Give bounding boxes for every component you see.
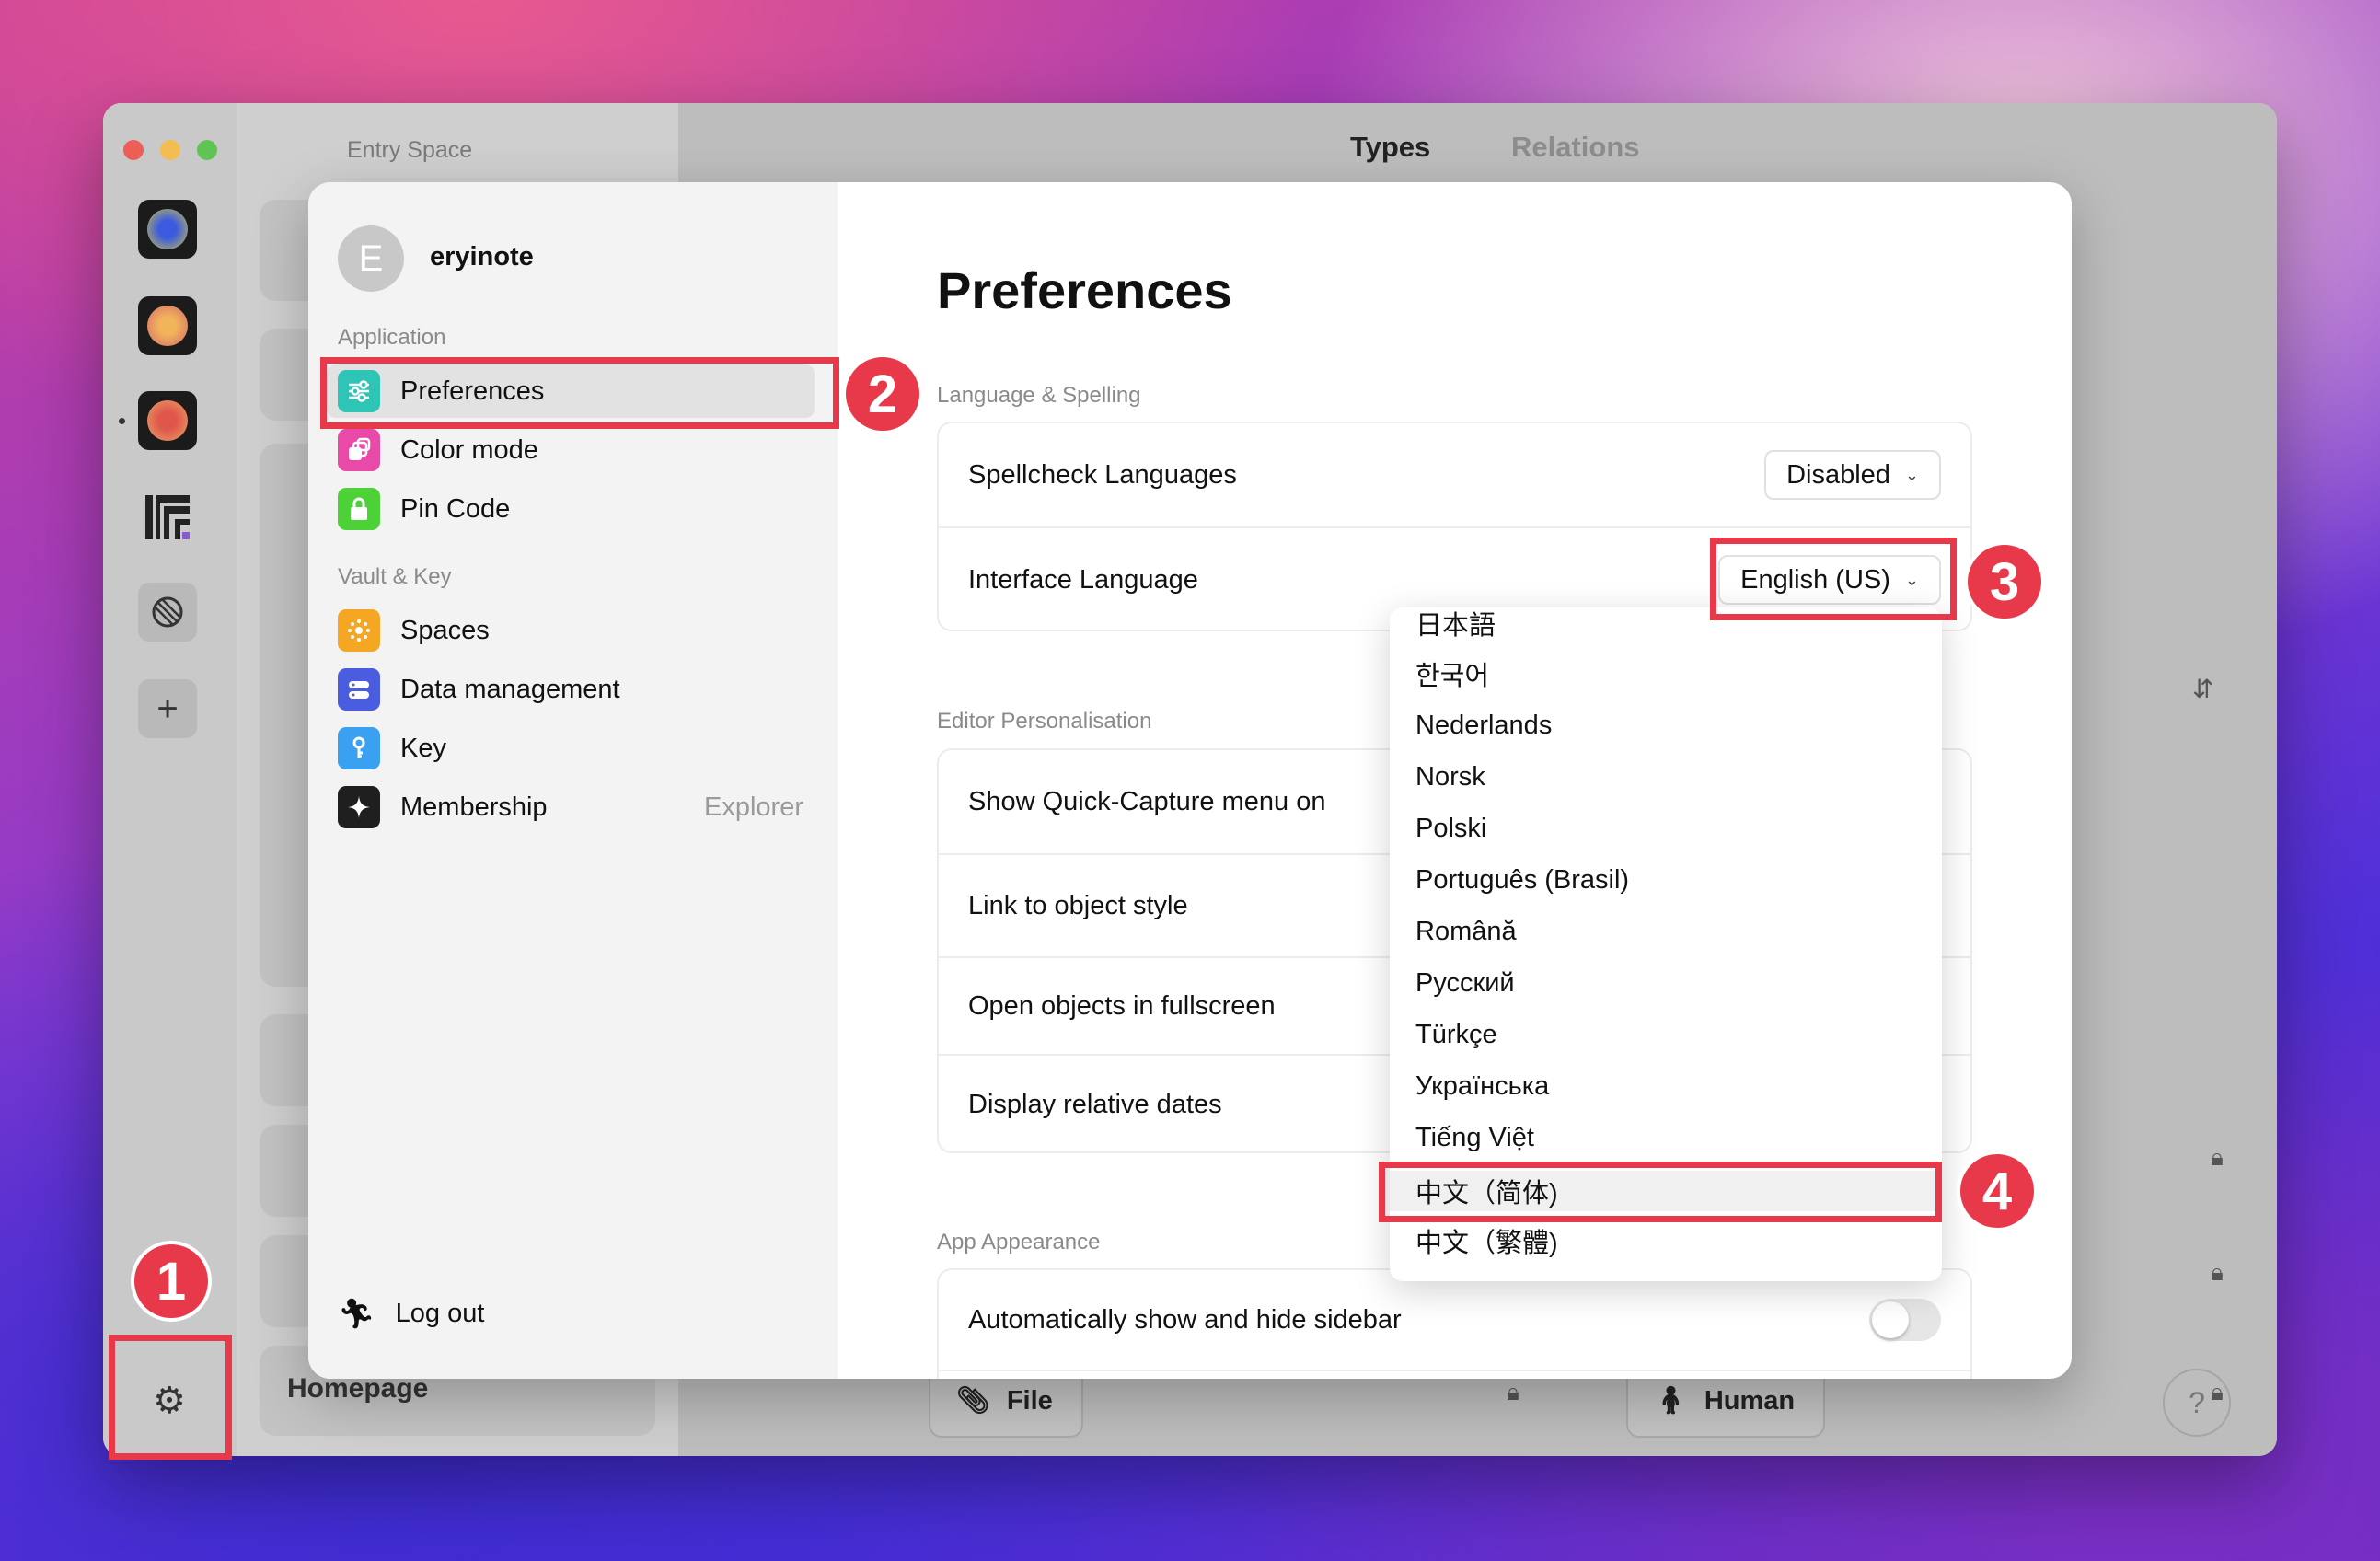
section-label-application: Application [338,325,446,350]
spellcheck-value: Disabled [1786,459,1890,490]
auto-sidebar-toggle[interactable] [1869,1299,1941,1341]
username: eryinote [430,242,534,272]
section-label-editor: Editor Personalisation [937,709,1152,734]
annotation-box-chinese-simplified [1379,1162,1942,1222]
key-icon [338,727,380,769]
spellcheck-label: Spellcheck Languages [968,459,1237,490]
appearance-card: Automatically show and hide sidebar [937,1268,1972,1379]
space-title: Entry Space [347,137,473,163]
logout-label: Log out [395,1298,485,1328]
interface-language-label: Interface Language [968,564,1198,595]
add-space-button[interactable]: + [138,679,197,738]
tab-types[interactable]: Types [1350,131,1430,164]
language-option[interactable]: Tiếng Việt [1415,1119,1534,1156]
space-icon-2[interactable] [138,296,197,355]
chevron-down-icon: ⌄ [1904,465,1919,484]
space-icon-4[interactable] [138,488,197,547]
database-icon [338,668,380,711]
spellcheck-select[interactable]: Disabled ⌄ [1764,450,1941,500]
tab-relations[interactable]: Relations [1511,131,1640,164]
divider [939,1370,1970,1371]
active-space-dot [119,418,125,424]
annotation-badge-2: 2 [842,353,923,434]
logout-button[interactable]: 🏃︎ Log out [338,1296,484,1331]
sparkle-icon [338,786,380,828]
annotation-badge-3: 3 [1964,541,2045,622]
chip-label: File [1006,1385,1053,1416]
row-label: Show Quick-Capture menu on [968,786,1326,816]
language-option[interactable]: Polski [1415,810,1486,847]
auto-sidebar-row: Automatically show and hide sidebar [939,1270,1970,1370]
row-label: Open objects in fullscreen [968,990,1276,1021]
nav-item-pin-code[interactable]: Pin Code [327,482,815,536]
nav-label: Membership [400,792,548,822]
annotation-box-interface-language [1710,538,1957,620]
language-option[interactable]: Nederlands [1415,707,1552,744]
palette-icon [338,429,380,471]
spellcheck-row: Spellcheck Languages Disabled ⌄ [939,423,1970,526]
language-option[interactable]: Português (Brasil) [1415,861,1629,898]
section-label-vault-key: Vault & Key [338,564,452,589]
nav-item-data-management[interactable]: Data management [327,663,815,716]
nav-label: Pin Code [400,493,511,524]
language-option[interactable]: 日本語 [1415,605,1496,642]
chip-label: Human [1704,1385,1796,1416]
running-person-icon: 🏃︎ [338,1297,375,1330]
lock-icon: 🔒︎ [2211,1258,2224,1286]
row-label: Automatically show and hide sidebar [968,1304,1402,1335]
lock-icon: 🔒︎ [2211,1143,2224,1171]
nav-item-membership[interactable]: Membership Explorer [327,780,815,834]
avatar[interactable]: E [338,225,404,292]
paperclip-icon: 📎︎ [956,1386,990,1416]
membership-tier: Explorer [704,792,803,822]
nav-label: Color mode [400,434,538,465]
language-option[interactable]: Українська [1415,1068,1549,1104]
nav-item-key[interactable]: Key [327,722,815,775]
page-title: Preferences [937,261,1232,319]
section-label-language: Language & Spelling [937,383,1141,408]
nav-item-color-mode[interactable]: Color mode [327,423,815,477]
section-label-appearance: App Appearance [937,1230,1101,1255]
annotation-box-preferences [320,357,839,429]
language-option[interactable]: 中文（繁體) [1415,1222,1558,1259]
lock-icon: 🔒︎ [1507,1378,1519,1405]
annotation-badge-1: 1 [131,1241,212,1322]
lock-icon [338,488,380,530]
minimize-window-button[interactable] [160,140,180,160]
nav-label: Key [400,733,446,763]
language-option[interactable]: Русский [1415,965,1515,1001]
nav-item-spaces[interactable]: Spaces [327,604,815,657]
language-option[interactable]: Română [1415,913,1517,950]
space-icon-1[interactable] [138,200,197,259]
language-option[interactable]: 한국어 [1415,655,1489,692]
sort-icon[interactable]: ⇵ [2192,674,2213,704]
help-button[interactable]: ? [2163,1369,2231,1437]
space-icon-5[interactable] [138,583,197,642]
language-option[interactable]: Türkçe [1415,1016,1497,1053]
row-label: Link to object style [968,890,1188,920]
person-icon: 🧍︎ [1654,1386,1688,1416]
annotation-box-settings [109,1335,232,1460]
annotation-badge-4: 4 [1957,1151,2038,1231]
zoom-window-button[interactable] [197,140,217,160]
close-window-button[interactable] [123,140,144,160]
row-label: Display relative dates [968,1089,1222,1119]
nav-label: Spaces [400,615,490,645]
toggle-knob [1872,1301,1909,1338]
sun-icon [338,609,380,652]
space-icon-3[interactable] [138,391,197,450]
language-option[interactable]: Norsk [1415,758,1485,795]
nav-label: Data management [400,674,620,704]
